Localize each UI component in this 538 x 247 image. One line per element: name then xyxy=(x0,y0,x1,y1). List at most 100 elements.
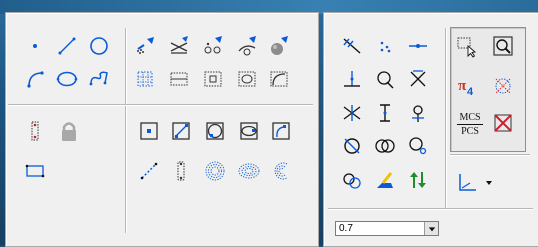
bounded-oval-icon xyxy=(240,122,258,140)
point-tool[interactable] xyxy=(22,33,48,59)
circle-tool[interactable] xyxy=(86,33,112,59)
chevron-down-icon xyxy=(428,226,435,231)
axis-icon xyxy=(459,174,492,191)
spline-tool[interactable] xyxy=(86,66,112,92)
circle-slash-icon xyxy=(344,138,360,154)
i-beam-tool[interactable] xyxy=(372,100,398,126)
pi-star-tool[interactable]: π4 xyxy=(454,73,480,99)
grey-blob-tool[interactable] xyxy=(266,33,292,59)
dots-tool[interactable] xyxy=(372,33,398,59)
dropdown-button[interactable] xyxy=(424,222,438,235)
arrow-x-tool[interactable] xyxy=(339,33,365,59)
lock-icon xyxy=(62,122,76,141)
dotted-capsule-tool[interactable] xyxy=(168,158,194,184)
pi-star-icon: π4 xyxy=(458,78,474,98)
ellipse-tool[interactable] xyxy=(54,66,80,92)
bounded-curve-tool[interactable] xyxy=(268,118,294,144)
circle-slash-tool[interactable] xyxy=(339,133,365,159)
perpendicular-tool[interactable] xyxy=(339,66,365,92)
cross-lines-icon xyxy=(170,36,188,54)
bar-tool[interactable] xyxy=(405,33,431,59)
bounded-circle-icon xyxy=(206,122,224,140)
mcs-pcs-divider xyxy=(457,124,483,125)
dotted-grid-icon xyxy=(137,71,153,87)
dotted-corner-icon xyxy=(270,71,288,87)
rect-lines-tool[interactable] xyxy=(166,66,192,92)
spline-icon xyxy=(89,71,108,86)
line-tool[interactable] xyxy=(54,33,80,59)
brush-icon xyxy=(377,172,393,188)
bowtie-tool[interactable] xyxy=(339,100,365,126)
zoom-window-tool[interactable] xyxy=(490,33,516,59)
line-icon xyxy=(58,37,76,55)
triangle-a-tool[interactable] xyxy=(372,66,398,92)
bounded-oval-tool[interactable] xyxy=(236,118,262,144)
arrow-x-icon xyxy=(343,38,361,54)
i-beam-icon xyxy=(380,104,390,122)
small-circles-icon xyxy=(204,36,222,54)
red-x-icon xyxy=(494,114,512,132)
grey-blob-icon xyxy=(271,36,288,55)
stacked-circles-icon xyxy=(343,173,361,189)
dashed-diagonal-tool[interactable] xyxy=(136,158,162,184)
mcs-label: MCS xyxy=(459,112,481,123)
select-cursor-tool[interactable] xyxy=(454,33,480,59)
pcs-label: PCS xyxy=(461,126,479,137)
x-cross-tool[interactable] xyxy=(405,66,431,92)
circle-dot-tool[interactable] xyxy=(405,133,431,159)
dotted-ellipse-tool[interactable] xyxy=(234,66,260,92)
dotted-corner-tool[interactable] xyxy=(266,66,292,92)
mcs-pcs-tool[interactable]: MCS PCS xyxy=(454,112,486,137)
ellipse-icon xyxy=(56,71,78,87)
arrow-plane-tool[interactable] xyxy=(132,33,158,59)
bounded-diagonal-icon xyxy=(172,122,190,140)
pin-tool[interactable] xyxy=(405,100,431,126)
bounded-diagonal-tool[interactable] xyxy=(168,118,194,144)
bounded-curve-icon xyxy=(272,122,290,140)
dotted-star-tool[interactable] xyxy=(490,73,516,99)
dashed-diagonal-icon xyxy=(140,162,158,180)
cross-lines-tool[interactable] xyxy=(166,33,192,59)
bounded-circle-tool[interactable] xyxy=(202,118,228,144)
dotted-vertical-rect-icon xyxy=(31,121,39,141)
arc-icon xyxy=(27,71,44,88)
arc-tool[interactable] xyxy=(22,66,48,92)
x-cross-icon xyxy=(410,70,426,87)
dropdown-value: 0.7 xyxy=(339,223,353,234)
stacked-circles-tool[interactable] xyxy=(339,167,365,193)
bounded-square-tool[interactable] xyxy=(136,118,162,144)
perpendicular-icon xyxy=(344,71,360,87)
double-circle-tool[interactable] xyxy=(372,133,398,159)
up-down-arrows-icon xyxy=(410,172,426,188)
pin-icon xyxy=(412,105,424,122)
dotted-vertical-rect-tool[interactable] xyxy=(22,118,48,144)
value-dropdown[interactable]: 0.7 xyxy=(335,221,439,236)
chevron-down-icon xyxy=(486,181,492,185)
bowtie-icon xyxy=(343,105,361,121)
concentric-circles-icon xyxy=(205,161,225,181)
c-shape-tool[interactable] xyxy=(268,158,294,184)
axis-menu-button[interactable] xyxy=(456,169,496,195)
zoom-window-icon xyxy=(493,36,513,56)
dotted-square-tool[interactable] xyxy=(200,66,226,92)
angle-plane-icon xyxy=(238,36,256,56)
brush-tool[interactable] xyxy=(372,167,398,193)
c-shape-icon xyxy=(274,162,288,180)
arrow-plane-icon xyxy=(137,37,154,54)
concentric-ovals-icon xyxy=(238,163,260,179)
lock-tool[interactable] xyxy=(56,118,82,144)
dotted-grid-tool[interactable] xyxy=(132,66,158,92)
dotted-star-icon xyxy=(495,78,511,94)
small-circles-tool[interactable] xyxy=(200,33,226,59)
concentric-ovals-tool[interactable] xyxy=(236,158,262,184)
circle-icon xyxy=(90,37,108,55)
triangle-a-icon xyxy=(377,71,394,89)
dotted-ellipse-icon xyxy=(238,71,256,87)
up-down-arrows-tool[interactable] xyxy=(405,167,431,193)
dotted-rect-tool[interactable] xyxy=(22,158,48,184)
right-panel-divider xyxy=(445,28,446,208)
angle-plane-tool[interactable] xyxy=(234,33,260,59)
red-x-tool[interactable] xyxy=(490,110,516,136)
bar-icon xyxy=(409,44,427,48)
concentric-circles-tool[interactable] xyxy=(202,158,228,184)
